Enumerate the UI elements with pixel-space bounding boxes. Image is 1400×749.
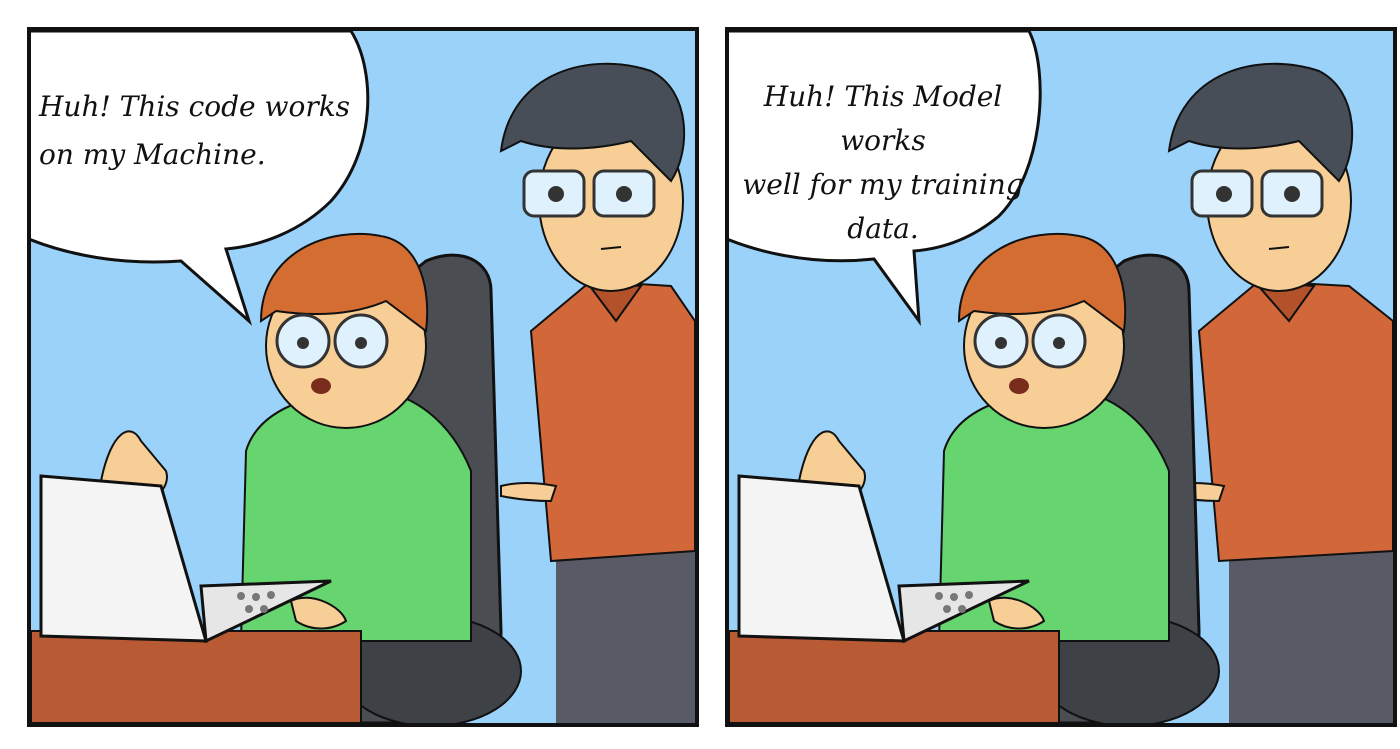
panel-2-speech-text: Huh! This Model works well for my traini… [742,80,1024,245]
comic-panel-2: Huh! This Model works well for my traini… [725,27,1397,727]
comic-panel-1: Huh! This code works on my Machine. [27,27,699,727]
panel-1-speech-text: Huh! This code works on my Machine. [39,90,351,171]
standing-person [1167,62,1393,723]
standing-person [499,62,695,723]
desk-icon [31,630,362,723]
desk-icon [729,630,1060,723]
comic-strip: Huh! This code works on my Machine. Huh!… [0,0,1400,749]
